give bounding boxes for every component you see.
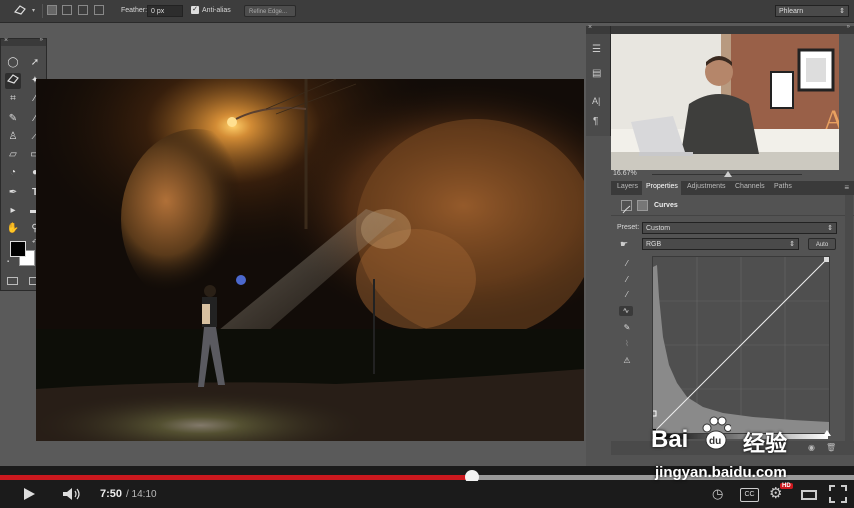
preset-value: Custom: [646, 225, 671, 232]
white-point-eyedropper-icon[interactable]: ⁄: [622, 290, 632, 300]
dock-header[interactable]: ×: [586, 24, 610, 34]
panel-dock: × ☰ ▤ A| ¶: [586, 24, 611, 136]
brand-right: 经验: [743, 431, 788, 456]
properties-tab-bar: Layers Properties Adjustments Channels P…: [611, 181, 854, 195]
gray-point-eyedropper-icon[interactable]: ⁄: [622, 275, 632, 285]
tools-panel-header[interactable]: × »: [1, 37, 46, 46]
character-dock-icon[interactable]: A|: [592, 96, 600, 106]
channel-select[interactable]: RGB ⇕: [642, 238, 799, 250]
current-time: 7:50: [100, 488, 123, 500]
player-controls: 7:50 / 14:10 ◷ CC ⚙ HD: [0, 481, 854, 508]
document-canvas[interactable]: [36, 79, 584, 441]
adjustment-title: Curves: [654, 202, 678, 209]
edit-points-curve-icon[interactable]: ∿: [619, 306, 633, 316]
marquee-tool-icon[interactable]: ◯: [5, 55, 21, 71]
healing-brush-tool-icon[interactable]: ✎: [5, 111, 21, 127]
smooth-curve-icon[interactable]: ⌇: [622, 339, 632, 349]
tab-layers[interactable]: Layers: [617, 183, 638, 190]
progress-played: [0, 475, 473, 480]
intersect-selection-icon[interactable]: [94, 5, 104, 15]
hand-tool-icon[interactable]: ✋: [5, 221, 21, 237]
tab-adjustments[interactable]: Adjustments: [687, 183, 726, 190]
black-point-eyedropper-icon[interactable]: ⁄: [622, 259, 632, 269]
collapse-icon[interactable]: »: [847, 24, 850, 30]
night-street-photo: [36, 79, 584, 441]
tab-channels[interactable]: Channels: [735, 183, 765, 190]
crop-tool-icon[interactable]: ⌗: [5, 91, 21, 107]
tab-properties[interactable]: Properties: [646, 183, 678, 190]
adjustments-dock-icon[interactable]: ☰: [592, 44, 601, 55]
clipping-warning-icon[interactable]: ⚠: [622, 356, 632, 366]
close-icon[interactable]: ×: [4, 37, 8, 44]
hd-badge: HD: [780, 483, 793, 489]
workspace-value: Phlearn: [779, 8, 804, 15]
polygonal-lasso-tool-icon[interactable]: [5, 73, 21, 89]
blur-tool-icon[interactable]: ◔: [5, 165, 21, 181]
feather-input[interactable]: 0 px: [147, 5, 183, 17]
collapse-icon[interactable]: »: [40, 37, 43, 43]
navigator-zoom-slider[interactable]: [652, 171, 802, 178]
watermark-url: jingyan.baidu.com: [655, 464, 787, 481]
auto-button[interactable]: Auto: [808, 238, 836, 250]
eraser-tool-icon[interactable]: ▱: [5, 147, 21, 163]
lasso-tool-icon[interactable]: [12, 3, 28, 19]
chevron-down-icon: ⇕: [789, 241, 795, 248]
photoshop-workspace: ▾ Feather: 0 px ✓ Anti-alias Refine Edge…: [0, 0, 854, 466]
refine-edge-button[interactable]: Refine Edge...: [244, 5, 296, 17]
fullscreen-icon[interactable]: [829, 485, 847, 508]
foreground-color-swatch[interactable]: [10, 241, 26, 257]
default-colors-icon[interactable]: ▪: [7, 259, 9, 265]
channel-value: RGB: [646, 241, 662, 248]
captions-button[interactable]: CC: [740, 488, 759, 502]
baidu-jingyan-watermark: Bai du 经验 jingyan.baidu.com: [645, 412, 845, 482]
options-bar: ▾ Feather: 0 px ✓ Anti-alias Refine Edge…: [0, 0, 854, 23]
layers-dock-icon[interactable]: ▤: [592, 68, 601, 79]
close-icon[interactable]: ×: [588, 24, 592, 31]
pen-tool-icon[interactable]: ✒: [5, 185, 21, 201]
theater-mode-icon[interactable]: [801, 490, 817, 500]
subtract-selection-icon[interactable]: [78, 5, 88, 15]
divider: [42, 4, 43, 18]
clone-stamp-tool-icon[interactable]: ♙: [5, 129, 21, 145]
layer-mask-icon[interactable]: [637, 200, 648, 211]
slider-thumb[interactable]: [724, 171, 732, 177]
antialias-label: Anti-alias: [202, 7, 231, 14]
presenter-video-frame: A: [611, 34, 839, 170]
workspace-select[interactable]: Phlearn ⇕: [775, 5, 849, 17]
tool-preset-dropdown-icon[interactable]: ▾: [32, 7, 35, 14]
preset-label: Preset:: [617, 224, 640, 231]
chevron-down-icon: ⇕: [839, 8, 845, 15]
curves-adjustment-icon: [621, 200, 632, 214]
tab-paths[interactable]: Paths: [774, 183, 792, 190]
panel-scrollbar[interactable]: [845, 195, 853, 441]
navigator-preview[interactable]: A: [611, 34, 839, 170]
curves-histogram: [650, 256, 830, 434]
volume-icon[interactable]: [62, 487, 82, 506]
target-adjust-hand-icon[interactable]: ☛: [620, 239, 628, 250]
draw-pencil-icon[interactable]: ✎: [622, 323, 632, 333]
add-to-selection-icon[interactable]: [62, 5, 72, 15]
play-icon[interactable]: [21, 486, 37, 507]
paragraph-dock-icon[interactable]: ¶: [593, 116, 598, 127]
feather-label: Feather:: [121, 7, 148, 14]
panel-menu-icon[interactable]: ≡: [844, 183, 849, 192]
brand-left: Bai: [651, 426, 689, 453]
curves-graph[interactable]: [650, 256, 830, 434]
navigator-header[interactable]: »: [611, 24, 854, 34]
path-selection-tool-icon[interactable]: ▸: [5, 203, 21, 219]
brand-du: du: [709, 436, 722, 447]
duration: / 14:10: [126, 489, 157, 500]
move-tool-icon[interactable]: ➚: [27, 55, 43, 71]
divider: [611, 215, 854, 216]
chevron-down-icon: ⇕: [827, 225, 833, 232]
quick-mask-icon[interactable]: [7, 277, 18, 285]
zoom-level: 16.67%: [613, 170, 637, 177]
antialias-checkbox[interactable]: ✓: [191, 6, 199, 14]
watch-later-icon[interactable]: ◷: [712, 486, 723, 502]
preset-select[interactable]: Custom ⇕: [642, 222, 837, 234]
new-selection-icon[interactable]: [47, 5, 57, 15]
